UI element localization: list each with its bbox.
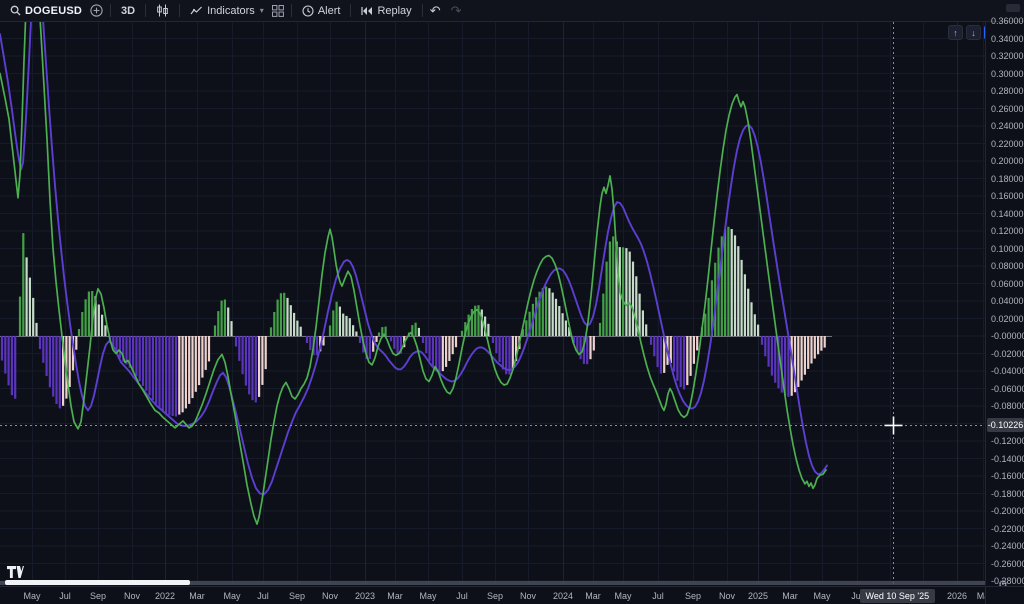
symbol-search-button[interactable]: DOGEUSD [7,3,85,19]
replay-label: Replay [377,5,411,17]
tradingview-logo[interactable] [7,566,24,579]
time-tick: Mar [585,591,601,601]
time-tick: Mar [782,591,798,601]
price-tick: 0.10000 [991,244,1024,254]
time-axis[interactable]: Wed 10 Sep '25 May Jul Sep Nov 2022 Mar May Jul… [0,586,985,604]
price-tick: -0.08000 [991,401,1024,411]
macd-line [0,22,826,524]
indicators-button[interactable]: Indicators ▾ [187,3,267,19]
interval-button[interactable]: 3D [118,3,138,19]
price-tick: 0.04000 [991,296,1024,306]
price-tick: -0.02000 [991,349,1024,359]
price-tick: 0.32000 [991,51,1024,61]
price-tick: 0.34000 [991,34,1024,44]
price-tick: 0.30000 [991,69,1024,79]
price-tick: -0.20000 [991,506,1024,516]
window-control-icon[interactable] [1006,4,1020,12]
price-tick: 0.36000 [991,16,1024,26]
price-tick: -0.16000 [991,471,1024,481]
time-tick: Mar [189,591,205,601]
time-tick: May [23,591,40,601]
scroll-down-button[interactable]: ↓ [966,25,981,40]
time-tick: Sep [685,591,701,601]
price-tick: 0.22000 [991,139,1024,149]
time-tick: 2024 [553,591,573,601]
redo-icon[interactable]: ↷ [451,4,462,17]
time-tick: May [813,591,830,601]
time-tick: Nov [124,591,140,601]
price-tick: 0.06000 [991,279,1024,289]
replay-button[interactable]: Replay [358,3,414,19]
alert-clock-icon [302,5,314,17]
price-tick: 0.08000 [991,261,1024,271]
time-tick: Jul [59,591,71,601]
time-tick: Sep [289,591,305,601]
axis-corner [985,586,1024,604]
crosshair-price-label: -0.10226 [987,418,1024,432]
time-tick: 2026 [947,591,967,601]
price-tick: 0.12000 [991,226,1024,236]
price-axis[interactable]: -0.10226 ⚙ 0.360000.340000.320000.300000… [985,22,1024,585]
price-tick: 0.14000 [991,209,1024,219]
grid [0,22,985,585]
price-tick: -0.22000 [991,524,1024,534]
time-tick: May [419,591,436,601]
crosshair-time-label: Wed 10 Sep '25 [860,589,936,603]
time-tick: Jul [652,591,664,601]
price-tick: 0.28000 [991,86,1024,96]
tradingview-app: DOGEUSD 3D Indicators [0,0,1024,604]
alert-label: Alert [318,5,341,17]
price-tick: -0.18000 [991,489,1024,499]
horizontal-scrollbar-thumb[interactable] [5,580,190,585]
chevron-down-icon: ▾ [260,6,264,15]
indicators-icon [190,5,203,17]
price-tick: -0.12000 [991,436,1024,446]
time-tick: Jul [456,591,468,601]
price-tick: 0.18000 [991,174,1024,184]
price-tick: -0.28000 [991,576,1024,586]
scroll-up-button[interactable]: ↑ [948,25,963,40]
crosshair [0,22,985,585]
chart-style-button[interactable] [153,2,172,19]
replay-icon [361,6,373,16]
indicators-label: Indicators [207,5,255,17]
alert-button[interactable]: Alert [299,3,344,19]
plot-svg[interactable] [0,22,985,585]
time-tick: 2023 [355,591,375,601]
price-tick: 0.02000 [991,314,1024,324]
layout-grid-icon[interactable] [272,5,284,17]
price-tick: -0.14000 [991,454,1024,464]
time-tick: Nov [322,591,338,601]
time-tick: Nov [719,591,735,601]
price-tick: 0.24000 [991,121,1024,131]
price-tick: -0.24000 [991,541,1024,551]
candles-icon [156,4,169,17]
price-tick: -0.00000 [991,331,1024,341]
undo-icon[interactable]: ↶ [430,4,441,17]
time-tick: Sep [487,591,503,601]
compare-add-icon[interactable] [90,4,103,17]
time-tick: May [223,591,240,601]
price-tick: 0.26000 [991,104,1024,114]
time-tick: 2025 [748,591,768,601]
price-tick: 0.16000 [991,191,1024,201]
price-tick: 0.20000 [991,156,1024,166]
search-icon [10,5,21,16]
chart-pane[interactable]: ↑ ↓ ⟳ [0,22,985,585]
time-tick: Nov [520,591,536,601]
price-tick: -0.04000 [991,366,1024,376]
time-tick: Mar [387,591,403,601]
price-tick: -0.26000 [991,559,1024,569]
price-tick: -0.06000 [991,384,1024,394]
time-tick: 2022 [155,591,175,601]
time-tick: May [614,591,631,601]
time-tick: Sep [90,591,106,601]
time-tick: Jul [257,591,269,601]
top-toolbar: DOGEUSD 3D Indicators [0,0,1024,22]
symbol-name: DOGEUSD [25,5,82,17]
